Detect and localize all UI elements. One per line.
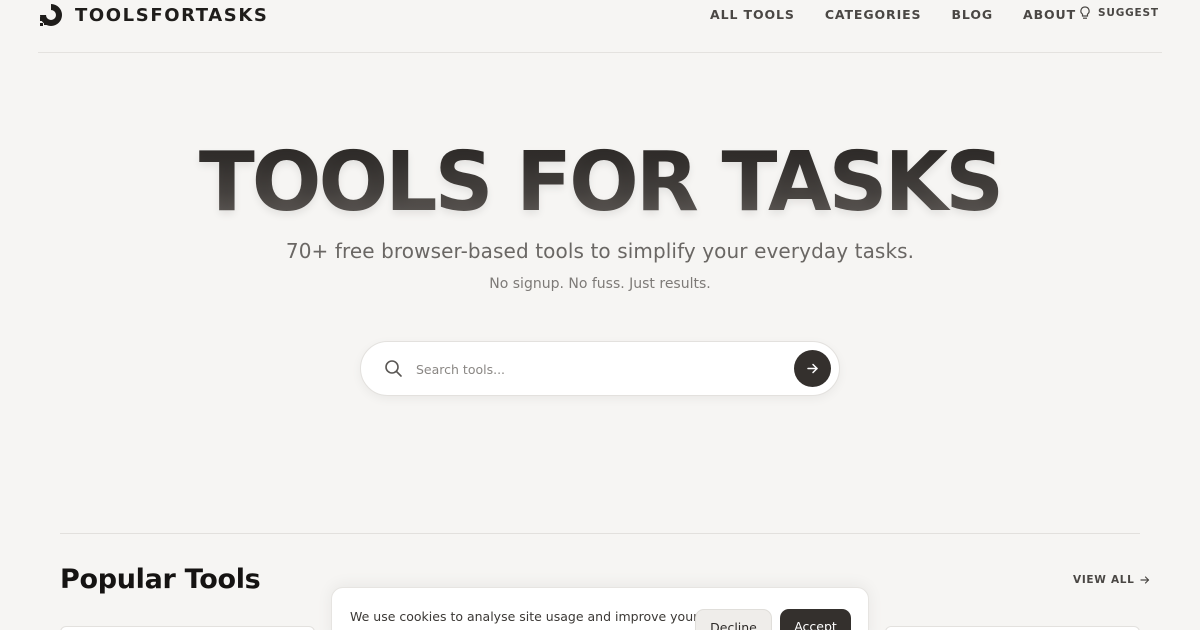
lightbulb-icon	[1080, 6, 1090, 19]
cookie-message: We use cookies to analyse site usage and…	[350, 609, 699, 624]
logo-mark-icon	[40, 4, 62, 26]
view-all-label: VIEW ALL	[1073, 574, 1135, 586]
nav-blog[interactable]: BLOG	[951, 7, 993, 22]
main-nav: ALL TOOLS CATEGORIES BLOG ABOUT	[710, 7, 1106, 22]
decline-button[interactable]: Decline	[695, 609, 772, 630]
section-divider	[60, 533, 1140, 534]
accept-button[interactable]: Accept	[780, 609, 851, 630]
search-input[interactable]	[416, 354, 786, 384]
arrow-right-icon	[1139, 576, 1149, 584]
site-header: TOOLSFORTASKS ALL TOOLS CATEGORIES BLOG …	[38, 0, 1162, 53]
nav-about[interactable]: ABOUT	[1023, 7, 1076, 22]
suggest-link[interactable]: SUGGEST	[1079, 6, 1159, 20]
suggest-label: SUGGEST	[1098, 7, 1159, 19]
logo-text: TOOLSFORTASKS	[75, 4, 269, 26]
hero-subtitle: 70+ free browser-based tools to simplify…	[285, 239, 915, 263]
popular-tools-heading: Popular Tools	[60, 564, 261, 595]
nav-all-tools[interactable]: ALL TOOLS	[710, 7, 795, 22]
search-bar	[360, 341, 840, 396]
hero-tagline: No signup. No fuss. Just results.	[489, 276, 711, 292]
arrow-right-icon	[807, 363, 818, 374]
hero-title: TOOLS FOR TASKS	[0, 135, 1200, 231]
search-icon	[385, 360, 402, 377]
tool-card[interactable]	[885, 626, 1140, 630]
logo[interactable]: TOOLSFORTASKS	[38, 2, 268, 28]
search-submit-button[interactable]	[794, 350, 831, 387]
cookie-banner: We use cookies to analyse site usage and…	[331, 587, 869, 630]
view-all-link[interactable]: VIEW ALL	[1073, 574, 1150, 586]
nav-categories[interactable]: CATEGORIES	[825, 7, 922, 22]
tool-card[interactable]	[60, 626, 315, 630]
